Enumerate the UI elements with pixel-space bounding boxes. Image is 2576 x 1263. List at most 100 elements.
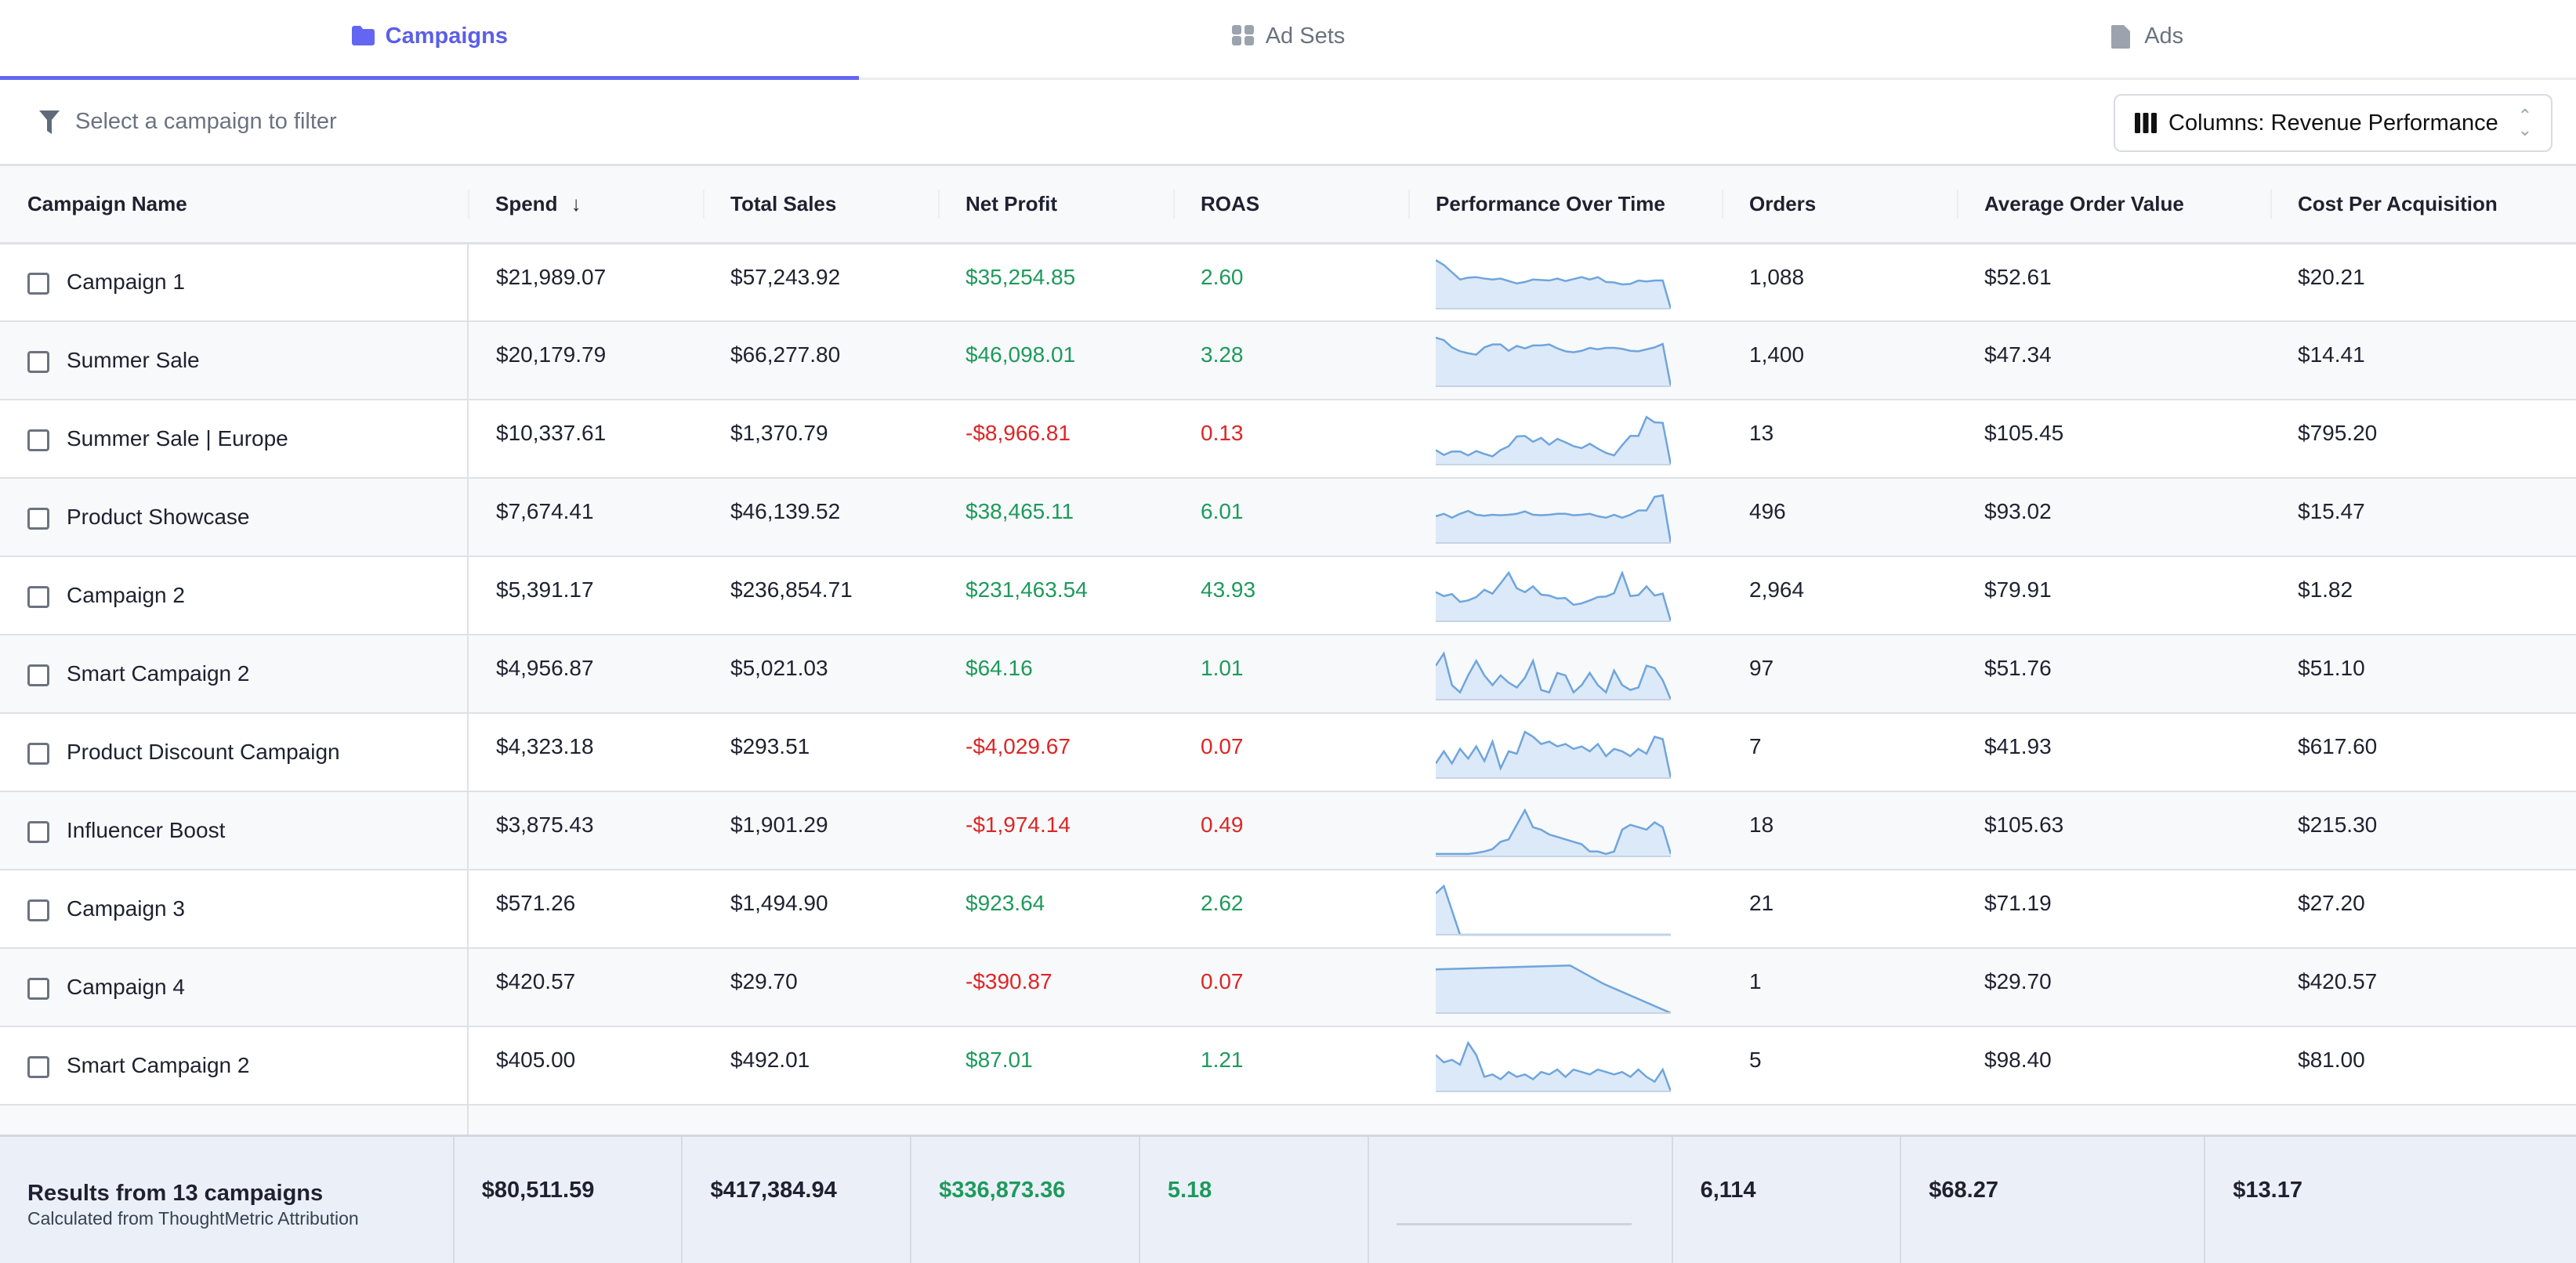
campaign-name-cell: Product Discount Campaign [0,713,469,792]
row-checkbox[interactable] [27,429,49,451]
campaign-name[interactable]: Campaign 3 [67,896,185,921]
table-row[interactable]: Campaign 4 $420.57 $29.70 -$390.87 0.07 1 $29.… [0,948,2576,1027]
campaign-name[interactable]: Smart Campaign 2 [67,1053,249,1077]
cpa-cell: $215.30 [2270,791,2576,870]
column-header-profit[interactable]: Net Profit [938,166,1173,244]
sales-cell: $492.01 [703,1026,938,1106]
row-checkbox[interactable] [27,585,49,608]
orders-cell: 1 [1722,948,1957,1027]
columns-icon [2135,113,2157,133]
filter-icon [39,110,60,134]
sparkline-chart [1434,651,1672,700]
table-row[interactable]: Campaign 3 $571.26 $1,494.90 $923.64 2.62 21 $… [0,870,2576,949]
campaign-name[interactable]: Product Showcase [67,505,249,529]
performance-cell [1408,635,1722,714]
filter-bar: Select a campaign to filter Columns: Rev… [0,80,2576,166]
table-row[interactable]: Smart Campaign 2 $405.00 $492.01 $87.01 1.21… [0,1026,2576,1106]
aov-cell: $47.34 [1957,321,2270,400]
row-checkbox[interactable] [27,1055,49,1078]
table-row[interactable]: Summer Sale | Europe $10,337.61 $1,370.79-… [0,400,2576,479]
campaign-name-cell: Campaign 3 [0,870,469,949]
aov-cell: $98.40 [1957,1026,2270,1106]
grid-icon [1231,24,1254,45]
spend-cell: $405.00 [468,1026,703,1106]
column-header-roas[interactable]: ROAS [1173,166,1408,244]
orders-cell: 7 [1722,713,1957,792]
roas-cell: 43.93 [1173,556,1408,635]
roas-cell: 2.62 [1173,870,1408,949]
row-checkbox[interactable] [27,742,49,765]
column-header-cpa[interactable]: Cost Per Acquisition [2270,166,2576,244]
aov-cell: $29.70 [1957,948,2270,1027]
column-header-sales[interactable]: Total Sales [703,166,938,244]
row-checkbox[interactable] [27,820,49,843]
spend-cell: $5,391.17 [468,556,703,635]
totals-footer: Results from 13 campaigns Calculated fro… [0,1135,2576,1263]
aov-cell: $105.63 [1957,791,2270,870]
profit-cell: -$390.87 [938,948,1173,1027]
column-header-aov[interactable]: Average Order Value [1957,166,2270,244]
file-icon [2111,24,2131,49]
campaign-name-cell: Campaign 1 [0,243,469,322]
performance-cell [1408,713,1722,792]
row-checkbox[interactable] [27,350,49,373]
spend-cell: $4,323.18 [468,713,703,792]
tab-label: Ads [2144,24,2184,49]
column-header-spend[interactable]: Spend ↓ [468,166,703,244]
performance-cell [1408,1026,1722,1106]
roas-cell: 1.01 [1173,635,1408,714]
tab-ads[interactable]: Ads [1717,0,2576,78]
orders-cell: 5 [1722,1026,1957,1106]
aov-cell: $79.91 [1957,556,2270,635]
profit-cell: -$4,029.67 [938,713,1173,792]
column-selector[interactable]: Columns: Revenue Performance ⌃ ⌄ [2114,94,2552,152]
row-checkbox[interactable] [27,507,49,530]
column-header-name[interactable]: Campaign Name [0,166,468,244]
aov-cell: $51.76 [1957,635,2270,714]
campaign-name[interactable]: Summer Sale [67,348,200,372]
campaign-name[interactable]: Campaign 2 [67,583,185,607]
sparkline-area [1436,495,1671,543]
campaign-filter-input[interactable]: Select a campaign to filter [38,109,337,136]
spend-cell: $21,989.07 [468,243,703,322]
orders-cell: 496 [1722,478,1957,557]
column-selector-label: Columns: Revenue Performance [2168,110,2498,136]
spend-cell: $7,674.41 [468,478,703,557]
campaign-name[interactable]: Product Discount Campaign [67,740,340,764]
row-checkbox[interactable] [27,272,49,295]
roas-cell: 0.49 [1173,791,1408,870]
campaign-name-cell: Smart Campaign 2 [0,1026,469,1106]
row-checkbox[interactable] [27,664,49,686]
sales-cell: $66,277.80 [703,321,938,400]
sparkline-area [1436,965,1671,1013]
table-row[interactable]: Summer Sale $20,179.79 $66,277.80 $46,098.0… [0,321,2576,400]
profit-cell: $35,254.85 [938,243,1173,322]
sparkline-area [1436,259,1671,309]
sparkline-area [1436,886,1671,935]
sparkline-chart [1436,808,1672,857]
orders-cell: 1,088 [1722,243,1957,322]
campaign-name[interactable]: Smart Campaign 2 [67,661,249,686]
tab-campaigns[interactable]: Campaigns [0,0,859,80]
table-row[interactable]: Campaign 2 $5,391.17 $236,854.71 $231,463.5… [0,556,2576,635]
campaign-name[interactable]: Summer Sale | Europe [67,426,288,451]
table-row[interactable]: Smart Campaign 2 $4,956.87 $5,021.03 $64.16… [0,635,2576,714]
column-header-label: Total Sales [730,191,837,215]
campaign-name-cell: Summer Sale | Europe [0,400,469,479]
table-row[interactable]: Product Discount Campaign $4,323.18 $293.5… [0,713,2576,792]
column-header-orders[interactable]: Orders [1722,166,1957,244]
campaign-name[interactable]: Influencer Boost [67,818,225,842]
tab-ad-sets[interactable]: Ad Sets [859,0,1718,78]
table-row[interactable]: Campaign 1 $21,989.07 $57,243.92 $35,254.85… [0,243,2576,322]
row-checkbox[interactable] [27,899,49,921]
campaign-name[interactable]: Campaign 4 [67,975,185,999]
table-row[interactable]: Product Showcase $7,674.41 $46,139.52 $38,4… [0,478,2576,557]
campaign-name[interactable]: Campaign 1 [67,270,185,294]
performance-cell [1408,400,1722,479]
table-row[interactable]: Influencer Boost $3,875.43 $1,901.29 -$1,97… [0,791,2576,870]
total-spend: $80,511.59 [452,1137,682,1263]
cpa-cell: $81.00 [2270,1026,2576,1106]
cpa-cell: $1.82 [2270,556,2576,635]
row-checkbox[interactable] [27,977,49,1000]
column-header-trend[interactable]: Performance Over Time [1408,166,1722,244]
